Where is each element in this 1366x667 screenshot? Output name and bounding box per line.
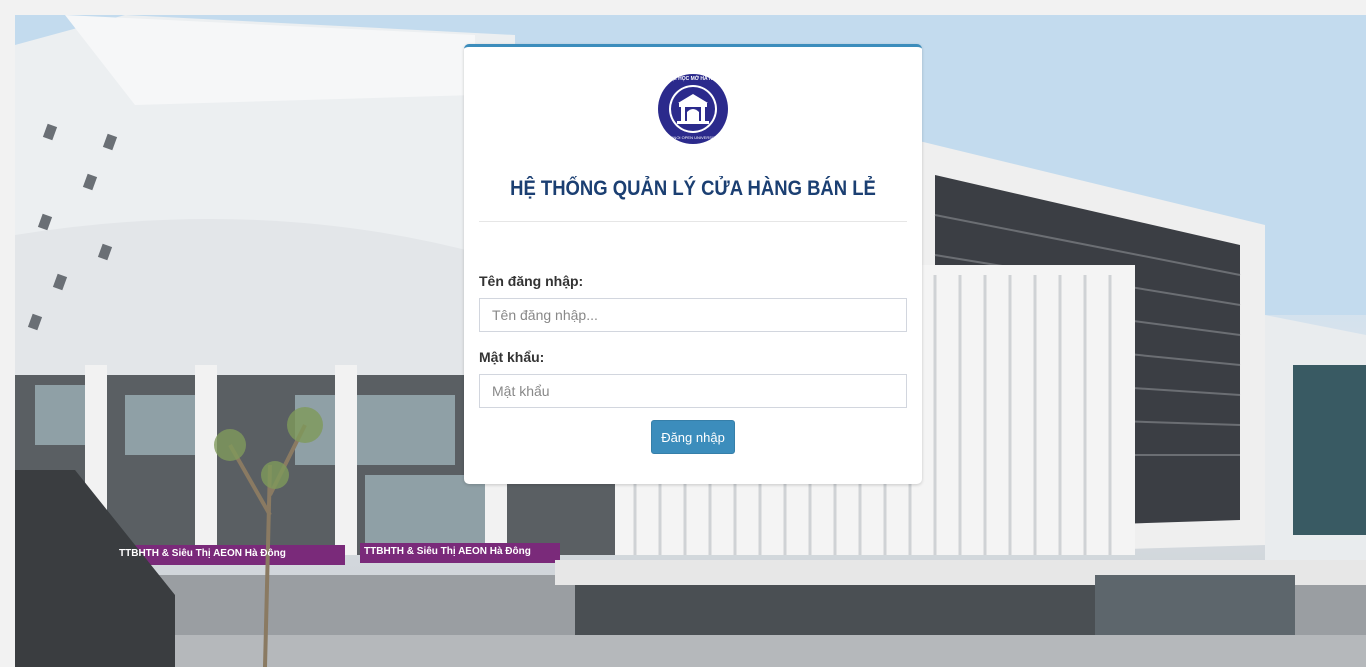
store-signage-left: TTBHTH & Siêu Thị AEON Hà Đông (119, 548, 286, 559)
login-button[interactable]: Đăng nhập (651, 420, 735, 454)
password-input[interactable] (479, 374, 907, 408)
login-card: ĐẠI HỌC MỞ HÀ NỘI HANOI OPEN UNIVERSITY … (464, 44, 922, 484)
page-title: HỆ THỐNG QUẢN LÝ CỬA HÀNG BÁN LẺ (510, 177, 876, 200)
store-signage-right: TTBHTH & Siêu Thị AEON Hà Đông (364, 546, 531, 557)
password-label: Mật khẩu: (479, 349, 545, 365)
title-divider (479, 221, 907, 222)
university-seal-icon: ĐẠI HỌC MỞ HÀ NỘI HANOI OPEN UNIVERSITY (657, 73, 729, 145)
seal-bottom-text: HANOI OPEN UNIVERSITY (667, 135, 719, 140)
username-label: Tên đăng nhập: (479, 273, 584, 289)
username-input[interactable] (479, 298, 907, 332)
seal-top-text: ĐẠI HỌC MỞ HÀ NỘI (668, 76, 718, 82)
